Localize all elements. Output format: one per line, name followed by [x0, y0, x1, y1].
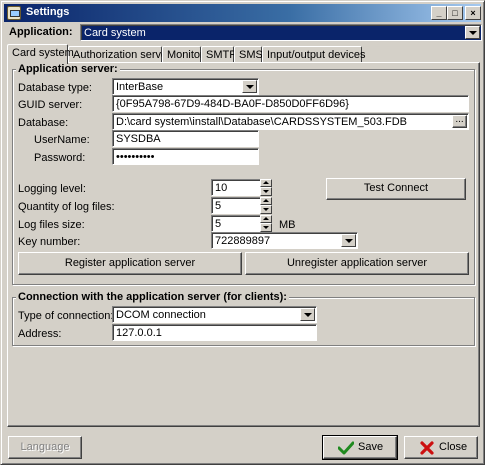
language-button[interactable]: Language [8, 436, 82, 459]
tab-smtp[interactable]: SMTP [201, 46, 237, 63]
client-connection-title: Connection with the application server (… [16, 291, 289, 303]
unregister-server-button[interactable]: Unregister application server [245, 252, 469, 275]
log-size-unit: MB [279, 219, 296, 231]
app-icon [7, 6, 21, 20]
connection-type-label: Type of connection: [18, 310, 114, 322]
window-title: Settings [26, 6, 70, 18]
test-connect-button[interactable]: Test Connect [326, 178, 466, 200]
checkmark-icon [338, 441, 354, 455]
guid-server-value: {0F95A798-67D9-484D-BA0F-D850D0FF6D96} [116, 98, 349, 110]
connection-type-value: DCOM connection [116, 309, 206, 321]
spin-down-icon[interactable] [260, 187, 272, 196]
spin-up-icon[interactable] [260, 197, 272, 205]
tab-label: Monitor [167, 49, 204, 61]
log-size-value: 5 [215, 218, 222, 230]
guid-server-input[interactable]: {0F95A798-67D9-484D-BA0F-D850D0FF6D96} [112, 95, 469, 112]
application-label: Application: [9, 26, 73, 38]
address-label: Address: [18, 328, 62, 340]
logging-level-stepper[interactable] [260, 179, 272, 196]
tab-label: SMTP [206, 49, 237, 61]
spin-down-icon[interactable] [260, 223, 272, 232]
chevron-down-icon[interactable] [242, 80, 257, 93]
close-window-button[interactable]: × [465, 6, 481, 20]
log-quantity-input[interactable]: 5 [211, 197, 261, 214]
database-path-input[interactable]: D:\card system\install\Database\CARDSSYS… [112, 113, 469, 130]
settings-window: Settings _ □ × Application: Card system … [0, 0, 485, 465]
log-quantity-value: 5 [215, 200, 222, 212]
key-number-value: 722889897 [215, 235, 271, 247]
password-input[interactable]: •••••••••• [112, 148, 259, 165]
password-label: Password: [34, 152, 86, 164]
connection-type-select[interactable]: DCOM connection [112, 306, 317, 323]
close-x-icon [420, 441, 434, 455]
tab-monitor[interactable]: Monitor [162, 46, 204, 63]
database-type-select[interactable]: InterBase [112, 78, 259, 95]
application-select[interactable]: Card system [80, 24, 482, 41]
save-label: Save [358, 441, 384, 453]
log-size-stepper[interactable] [260, 215, 272, 232]
log-size-label: Log files size: [18, 219, 85, 231]
address-value: 127.0.0.1 [116, 327, 162, 339]
spin-up-icon[interactable] [260, 215, 272, 223]
register-server-button[interactable]: Register application server [18, 252, 242, 275]
application-server-title: Application server: [16, 63, 120, 75]
key-number-select[interactable]: 722889897 [211, 232, 358, 249]
tab-label: Authorization server [73, 49, 171, 61]
username-input[interactable]: SYSDBA [112, 130, 259, 147]
chevron-down-icon[interactable] [341, 234, 356, 247]
chevron-down-icon[interactable] [465, 26, 480, 39]
logging-level-value: 10 [215, 182, 228, 194]
log-quantity-label: Quantity of log files: [18, 201, 115, 213]
guid-server-label: GUID server: [18, 99, 83, 111]
database-path-value: D:\card system\install\Database\CARDSSYS… [116, 116, 407, 128]
tab-sms[interactable]: SMS [234, 46, 263, 63]
spin-down-icon[interactable] [260, 205, 272, 214]
chevron-down-icon[interactable] [300, 308, 315, 321]
database-type-value: InterBase [116, 81, 164, 93]
username-label: UserName: [34, 134, 90, 146]
log-quantity-stepper[interactable] [260, 197, 272, 214]
tab-card-system[interactable]: Card system [7, 44, 74, 64]
username-value: SYSDBA [116, 133, 161, 145]
maximize-button[interactable]: □ [447, 6, 463, 20]
tab-authorization-server[interactable]: Authorization server [68, 46, 171, 63]
database-type-label: Database type: [18, 82, 92, 94]
close-label: Close [439, 441, 468, 453]
logging-level-input[interactable]: 10 [211, 179, 261, 196]
password-value: •••••••••• [116, 151, 155, 163]
tab-label: Input/output devices [267, 49, 366, 61]
title-bar[interactable]: Settings _ □ × [4, 4, 481, 22]
log-size-input[interactable]: 5 [211, 215, 261, 232]
key-number-label: Key number: [18, 236, 81, 248]
tab-label: Card system [12, 47, 74, 59]
database-label: Database: [18, 117, 69, 129]
spin-up-icon[interactable] [260, 179, 272, 187]
address-input[interactable]: 127.0.0.1 [112, 324, 317, 341]
logging-level-label: Logging level: [18, 183, 86, 195]
tab-label: SMS [239, 49, 263, 61]
application-value: Card system [84, 27, 146, 39]
tab-panel: Application server: Database type: Inter… [7, 62, 480, 427]
close-button[interactable]: Close [404, 436, 478, 459]
tab-input-output-devices[interactable]: Input/output devices [262, 46, 366, 63]
browse-button[interactable]: ... [452, 115, 467, 128]
save-button[interactable]: Save [322, 435, 398, 460]
minimize-button[interactable]: _ [431, 6, 447, 20]
